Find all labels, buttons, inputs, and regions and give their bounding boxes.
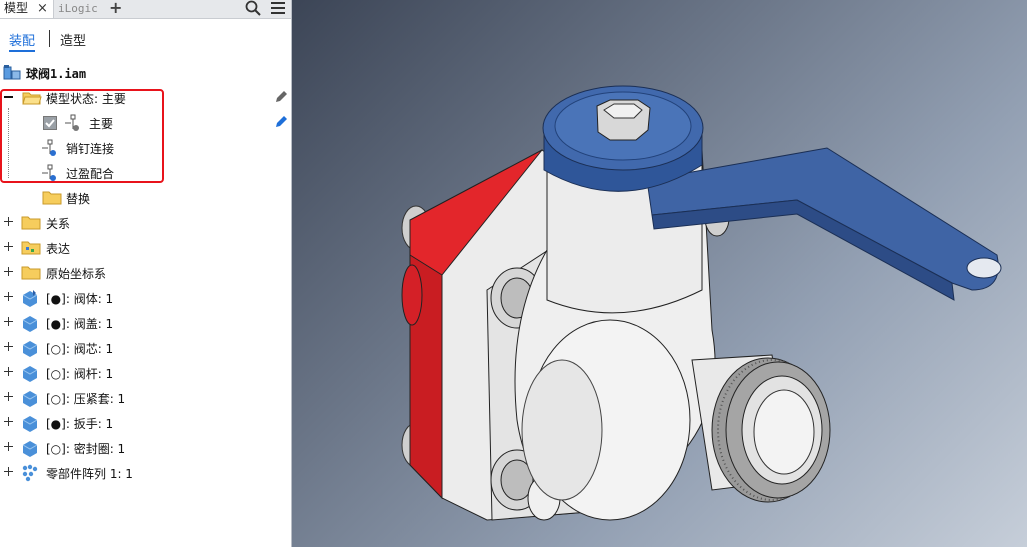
tree-item-label: [○]: 阀杆: 1 [46, 367, 114, 381]
tab-model-label: 模型 [4, 1, 29, 15]
model-browser: 模型 × iLogic + 装配 造型 球阀1.iam 模型状态: 主要 主要 … [0, 0, 292, 547]
subtab-assembly[interactable]: 装配 [9, 30, 36, 52]
subtab-modeling[interactable]: 造型 [60, 30, 86, 49]
tree-item-label: 表达 [46, 242, 71, 256]
expand-icon[interactable] [4, 267, 13, 276]
folder-icon [21, 266, 41, 280]
part-icon [22, 290, 38, 307]
part-icon [22, 416, 38, 432]
expand-icon[interactable] [4, 442, 13, 451]
tree-item-part[interactable]: [○]: 阀杆: 1 [0, 362, 291, 384]
browser-tab-bar: 模型 × iLogic + [0, 0, 291, 19]
graphics-viewport[interactable] [292, 0, 1027, 547]
add-tab-button[interactable]: + [109, 0, 123, 18]
assembly-icon [3, 65, 21, 80]
expand-icon[interactable] [4, 417, 13, 426]
part-icon [22, 316, 38, 332]
tree-item-origin[interactable]: 原始坐标系 [0, 262, 291, 284]
expand-icon[interactable] [4, 292, 13, 301]
tree-item-part[interactable]: [○]: 阀芯: 1 [0, 337, 291, 359]
tree-item-part[interactable]: [●]: 扳手: 1 [0, 412, 291, 434]
expand-icon[interactable] [4, 242, 13, 251]
threaded-outlet [711, 357, 831, 503]
tree-item-label: 替换 [66, 192, 91, 206]
tree-item-part[interactable]: [●]: 阀盖: 1 [0, 312, 291, 334]
expand-icon[interactable] [4, 217, 13, 226]
tree-item-part[interactable]: [●]: 阀体: 1 [0, 287, 291, 309]
part-icon [22, 366, 38, 382]
part-icon [22, 341, 38, 357]
tree-root-label: 球阀1.iam [26, 67, 87, 81]
tree-item-label: 零部件阵列 1: 1 [46, 467, 133, 481]
expand-icon[interactable] [4, 317, 13, 326]
tree-item-label: [○]: 阀芯: 1 [46, 342, 114, 356]
pattern-icon [22, 464, 38, 482]
folder-icon [42, 191, 62, 205]
representations-icon [21, 241, 41, 255]
part-icon [22, 441, 38, 457]
tree-item-label: [●]: 扳手: 1 [46, 417, 114, 431]
handle-hole [966, 257, 1002, 279]
pencil-icon[interactable] [274, 90, 288, 104]
highlight-box [0, 89, 164, 183]
ball-valve-model[interactable] [292, 0, 1027, 547]
expand-icon[interactable] [4, 342, 13, 351]
tree-root[interactable]: 球阀1.iam [0, 62, 291, 84]
expand-icon[interactable] [4, 392, 13, 401]
tree-item-label: [○]: 压紧套: 1 [46, 392, 126, 406]
pencil-icon[interactable] [274, 115, 288, 129]
tree-item-label: [●]: 阀盖: 1 [46, 317, 114, 331]
tree-item-label: 关系 [46, 217, 71, 231]
close-icon[interactable]: × [37, 0, 48, 17]
tab-model[interactable]: 模型 × [0, 0, 54, 18]
tree-item-part[interactable]: [○]: 密封圈: 1 [0, 437, 291, 459]
folder-icon [21, 216, 41, 230]
part-icon [22, 391, 38, 407]
tree-item-substitutes[interactable]: 替换 [0, 187, 291, 209]
tab-ilogic[interactable]: iLogic [58, 0, 100, 18]
expand-icon[interactable] [4, 467, 13, 476]
tree-item-component-pattern[interactable]: 零部件阵列 1: 1 [0, 462, 291, 484]
tree-item-part[interactable]: [○]: 压紧套: 1 [0, 387, 291, 409]
menu-icon[interactable] [271, 1, 285, 15]
expand-icon[interactable] [4, 367, 13, 376]
tree-item-label: [●]: 阀体: 1 [46, 292, 114, 306]
search-icon[interactable] [245, 0, 261, 16]
tree-item-label: [○]: 密封圈: 1 [46, 442, 126, 456]
tree-item-relationships[interactable]: 关系 [0, 212, 291, 234]
tree-item-label: 原始坐标系 [46, 267, 107, 281]
tree-item-representations[interactable]: 表达 [0, 237, 291, 259]
subtab-divider [49, 30, 50, 47]
browser-subtabs: 装配 造型 [0, 26, 291, 52]
